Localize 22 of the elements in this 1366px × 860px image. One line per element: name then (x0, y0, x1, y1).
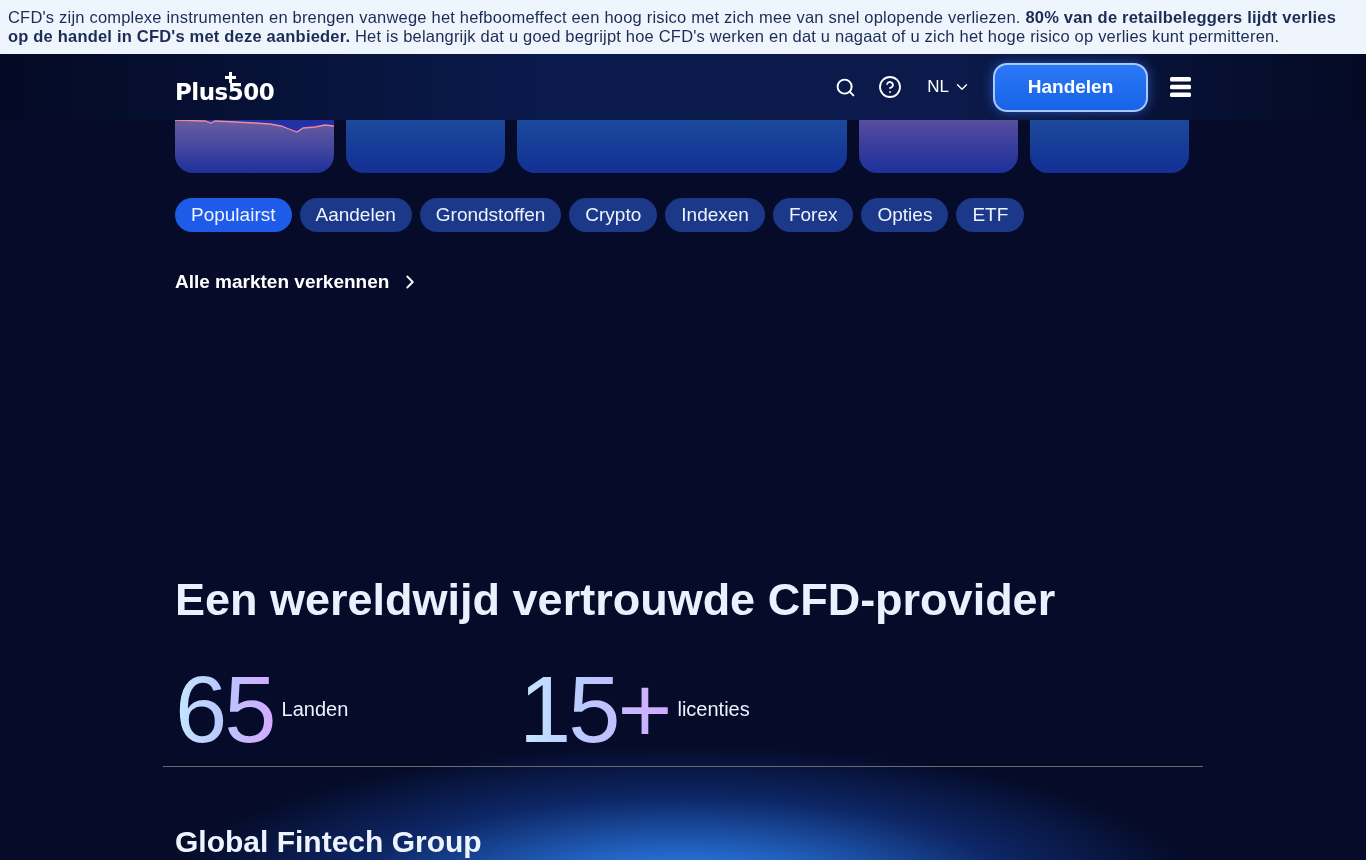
market-tab[interactable]: Populairst (175, 198, 292, 232)
stat-label: Landen (281, 697, 349, 721)
stat-label: licenties (677, 697, 750, 721)
search-icon[interactable] (835, 76, 857, 98)
market-tab[interactable]: Opties (861, 198, 949, 232)
market-tab[interactable]: Crypto (569, 198, 658, 232)
risk-warning: CFD's zijn complexe instrumenten en brengen vanwege het hefboomeffect een hoog risico met zich mee van snel oplopende verliezen. 80% van de retailbeleggers lijdt verlies op de handel in CFD's met deze aanbieder. Het is belangrijk dat u goed begrijpt hoe CFD's werken en dat u nagaat of u zich het hoge risico op verlies kunt permitteren. (0, 0, 1366, 54)
market-tab[interactable]: Indexen (665, 198, 765, 232)
market-tab[interactable]: Forex (772, 198, 854, 232)
plus-icon (225, 72, 236, 83)
trade-button[interactable]: Handelen (993, 62, 1148, 112)
market-tab[interactable]: Grondstoffen (419, 198, 562, 232)
language-selector[interactable]: NL (927, 77, 971, 97)
menu-icon[interactable] (1170, 77, 1191, 97)
market-tab[interactable]: Aandelen (299, 198, 412, 232)
section-heading: Een wereldwijd vertrouwde CFD-provider (175, 574, 1057, 626)
market-card[interactable] (175, 120, 334, 173)
help-icon[interactable] (878, 75, 903, 99)
section-heading: Global Fintech Group (175, 824, 483, 860)
logo-text[interactable]: Plus500 (175, 82, 275, 102)
explore-markets-link[interactable]: Alle markten verkennen (175, 270, 422, 294)
market-tab[interactable]: ETF (956, 198, 1025, 232)
